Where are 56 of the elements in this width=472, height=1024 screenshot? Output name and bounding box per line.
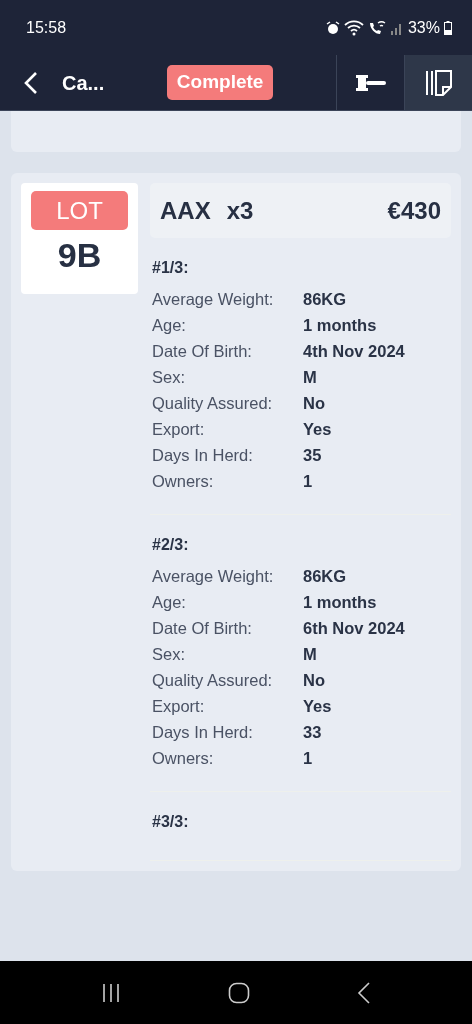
back-icon [24, 70, 38, 95]
notes-button[interactable] [404, 55, 472, 110]
breed-text: AAX [160, 195, 211, 226]
recent-apps-icon[interactable] [101, 982, 122, 1003]
animal-heading: #1/3: [152, 258, 190, 278]
home-icon[interactable] [228, 981, 250, 1004]
price-text: €430 [387, 195, 441, 226]
back-button[interactable] [24, 70, 38, 95]
battery-level: 33% [407, 17, 440, 38]
field-value: M [303, 643, 317, 665]
field-label: Average Weight: [152, 289, 275, 310]
field-value: No [303, 392, 325, 414]
field-label: Sex: [152, 644, 187, 665]
field-label: Days In Herd: [152, 722, 254, 743]
animal-heading: #2/3: [152, 535, 190, 555]
field-label: Export: [152, 419, 206, 440]
field-value: Yes [303, 418, 332, 440]
status-badge: Complete [166, 65, 274, 100]
field-value: 1 months [303, 591, 377, 613]
field-label: Sex: [152, 367, 187, 388]
field-value: Yes [303, 695, 332, 717]
field-value: 86KG [303, 565, 347, 587]
field-label: Age: [152, 592, 187, 613]
field-value: 6th Nov 2024 [303, 617, 405, 639]
field-label: Owners: [152, 471, 215, 492]
gavel-icon [354, 73, 387, 92]
page-title: Ca... [62, 70, 105, 96]
field-value: M [303, 366, 317, 388]
status-time: 15:58 [26, 17, 67, 38]
lot-number: 9B [57, 235, 102, 276]
notes-icon [424, 68, 453, 97]
field-label: Date Of Birth: [152, 618, 253, 639]
field-value: 1 [303, 747, 313, 769]
field-label: Days In Herd: [152, 445, 254, 466]
lot-label: LOT [31, 191, 128, 230]
field-value: 35 [303, 444, 322, 466]
field-label: Quality Assured: [152, 670, 274, 691]
field-value: 1 months [303, 314, 377, 336]
field-value: 86KG [303, 288, 347, 310]
field-value: 4th Nov 2024 [303, 340, 405, 362]
quantity-text: x3 [226, 195, 254, 226]
battery-icon [444, 20, 452, 35]
field-value: No [303, 669, 325, 691]
field-value: 33 [303, 721, 322, 743]
field-label: Date Of Birth: [152, 341, 253, 362]
field-label: Average Weight: [152, 566, 275, 587]
back-icon[interactable] [356, 981, 371, 1004]
field-value: 1 [303, 470, 313, 492]
field-label: Age: [152, 315, 187, 336]
wifi-call-icon [367, 19, 386, 36]
field-label: Export: [152, 696, 206, 717]
alarm-icon [325, 20, 340, 35]
wifi-icon [343, 19, 364, 36]
field-label: Owners: [152, 748, 215, 769]
field-label: Quality Assured: [152, 393, 274, 414]
animal-heading: #3/3: [152, 812, 190, 832]
